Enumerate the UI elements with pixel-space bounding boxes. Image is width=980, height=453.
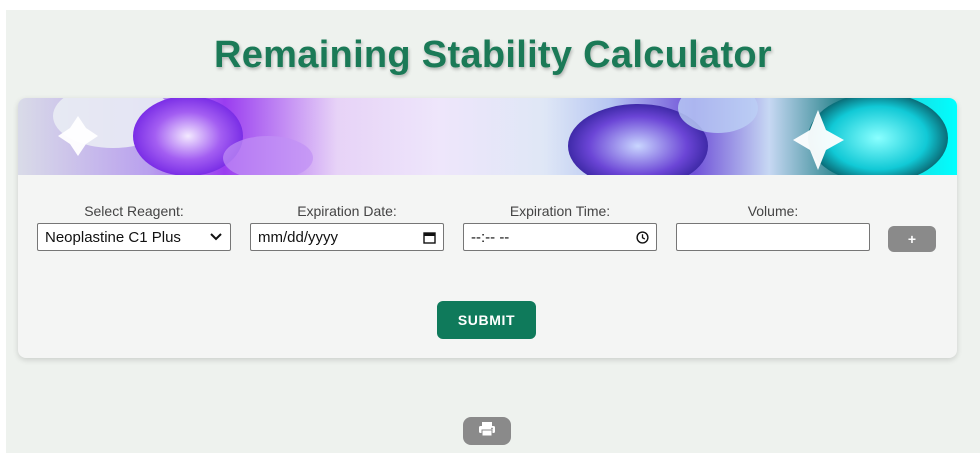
calculator-card: Select Reagent: Neoplastine C1 Plus Expi… [18,98,957,358]
expiration-time-input[interactable]: --:-- -- [463,223,657,251]
clock-icon[interactable] [634,229,650,245]
reagent-selected-value: Neoplastine C1 Plus [45,228,181,246]
volume-field: Volume: [676,201,870,251]
page: Remaining Stability Calculator Select Re… [6,10,980,453]
reagent-field: Select Reagent: Neoplastine C1 Plus [37,201,231,251]
expiration-time-placeholder: --:-- -- [471,228,510,246]
chevron-down-icon [208,229,224,245]
volume-label: Volume: [747,203,799,219]
volume-input[interactable] [676,223,870,251]
expiration-time-label: Expiration Time: [509,203,611,219]
reagent-label: Select Reagent: [84,203,184,219]
calendar-icon[interactable] [421,229,437,245]
expiration-date-label: Expiration Date: [297,203,397,219]
print-button[interactable] [463,417,511,445]
plus-icon: + [907,231,917,247]
banner-artwork [53,98,948,175]
expiration-date-placeholder: mm/dd/yyyy [258,228,339,246]
reagent-select[interactable]: Neoplastine C1 Plus [37,223,231,251]
printer-icon [478,421,496,442]
expiration-date-input[interactable]: mm/dd/yyyy [250,223,444,251]
add-reagent-button[interactable]: + [888,226,936,252]
header-banner-image [18,98,957,175]
expiration-time-field: Expiration Time: --:-- -- [463,201,657,251]
submit-button[interactable]: SUBMIT [437,301,536,339]
page-title: Remaining Stability Calculator [214,34,772,76]
expiration-date-field: Expiration Date: mm/dd/yyyy [250,201,444,251]
